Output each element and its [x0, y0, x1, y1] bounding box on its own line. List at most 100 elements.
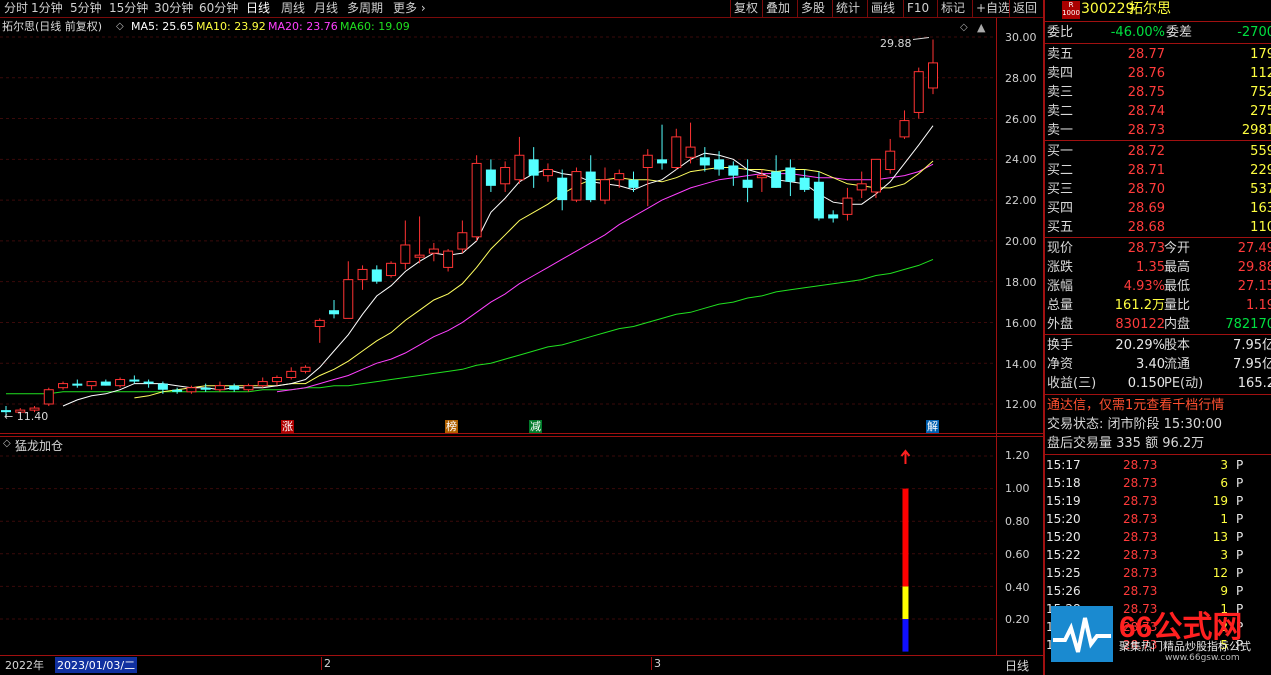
- event-marker-reduce[interactable]: 减: [529, 420, 542, 433]
- fundamental-label: 换手: [1047, 338, 1074, 353]
- tick-flag: P: [1236, 584, 1244, 598]
- candle: [243, 383, 254, 392]
- candle: [500, 161, 511, 192]
- tab-monthly[interactable]: 月线: [314, 0, 338, 17]
- event-marker-limit-up[interactable]: 涨: [281, 420, 294, 433]
- divider: [1045, 237, 1271, 238]
- tab-30min[interactable]: 30分钟: [154, 0, 193, 17]
- candle: [43, 387, 54, 407]
- bid-level-row[interactable]: 买三 28.70 537: [1045, 180, 1271, 199]
- stat-label: 最高: [1164, 260, 1191, 275]
- candle-body: [599, 179, 610, 201]
- order-diff-label: 委差: [1166, 25, 1193, 40]
- candle: [557, 169, 568, 211]
- period-toolbar: 分时 1分钟 5分钟 15分钟 30分钟 60分钟 日线 周线 月线 多周期 更…: [0, 0, 1044, 18]
- divider: [1045, 394, 1271, 395]
- indicator-tick: 0.60: [1005, 548, 1030, 561]
- candle-body: [300, 366, 311, 372]
- period-label[interactable]: 日线: [1005, 657, 1029, 674]
- restore-rights-button[interactable]: 复权: [730, 0, 761, 17]
- divider: [1045, 140, 1271, 141]
- candle: [343, 261, 354, 319]
- event-marker-unlock[interactable]: 解: [926, 420, 939, 433]
- add-watchlist-button[interactable]: +自选: [972, 0, 1013, 17]
- tick-flag: P: [1236, 530, 1244, 544]
- tab-more[interactable]: 更多 ›: [393, 0, 426, 17]
- candle-body: [671, 136, 682, 168]
- candle-body: [157, 383, 168, 390]
- candle-body: [642, 154, 653, 168]
- ask-price: 28.75: [1127, 85, 1165, 100]
- candle-body: [856, 183, 867, 191]
- ask-level-row[interactable]: 卖二 28.74 275: [1045, 102, 1271, 121]
- bid-level-row[interactable]: 买一 28.72 559: [1045, 142, 1271, 161]
- tab-1min[interactable]: 1分钟: [31, 0, 63, 17]
- candle-body: [785, 167, 796, 182]
- tab-5min[interactable]: 5分钟: [70, 0, 102, 17]
- candle: [471, 155, 482, 241]
- candle: [856, 171, 867, 199]
- tick-flag: P: [1236, 494, 1244, 508]
- multi-stock-button[interactable]: 多股: [797, 0, 828, 17]
- candle-body: [186, 387, 197, 393]
- f10-button[interactable]: F10: [903, 0, 932, 17]
- tick-price: 28.73: [1123, 584, 1158, 598]
- stat-row: 总量 161.2万 量比 1.19: [1045, 296, 1271, 315]
- tab-60min[interactable]: 60分钟: [199, 0, 238, 17]
- candle-body: [329, 310, 340, 315]
- candle: [657, 124, 668, 170]
- tab-15min[interactable]: 15分钟: [109, 0, 148, 17]
- draw-line-button[interactable]: 画线: [867, 0, 898, 17]
- event-marker-ranking[interactable]: 榜: [445, 420, 458, 433]
- high-price-marker: 29.88: [880, 37, 912, 50]
- candle-body: [271, 376, 282, 383]
- tab-daily[interactable]: 日线: [246, 0, 270, 17]
- after-hours-volume: 盘后交易量 335 额 96.2万: [1047, 436, 1205, 451]
- back-button[interactable]: 返回: [1009, 0, 1040, 17]
- ask-level-label: 卖四: [1047, 66, 1074, 81]
- tab-more-label: 更多: [393, 1, 418, 15]
- bid-level-row[interactable]: 买四 28.69 163: [1045, 199, 1271, 218]
- candle-body: [557, 177, 568, 201]
- ad-banner[interactable]: 通达信，仅需1元查看千档行情: [1045, 396, 1271, 415]
- fundamental-label: 净资: [1047, 357, 1074, 372]
- bid-level-row[interactable]: 买二 28.71 229: [1045, 161, 1271, 180]
- mark-button[interactable]: 标记: [937, 0, 968, 17]
- statistics-button[interactable]: 统计: [832, 0, 863, 17]
- stat-value: 29.88: [1237, 260, 1271, 275]
- overlay-button[interactable]: 叠加: [762, 0, 793, 17]
- pulse-line-icon: [1053, 617, 1111, 653]
- tick-volume: 19: [1212, 494, 1228, 508]
- ask-level-row[interactable]: 卖三 28.75 752: [1045, 83, 1271, 102]
- candle: [785, 159, 796, 197]
- candle-body: [756, 175, 767, 179]
- indicator-chart[interactable]: [0, 437, 996, 655]
- candle-body: [571, 171, 582, 201]
- cursor-date: 2023/01/03/二: [55, 657, 138, 673]
- bid-level-row[interactable]: 买五 28.68 110: [1045, 218, 1271, 237]
- order-diff-value: -2700: [1237, 25, 1271, 40]
- ask-level-row[interactable]: 卖一 28.73 2981: [1045, 121, 1271, 140]
- tick-volume: 1: [1220, 512, 1228, 526]
- ask-level-row[interactable]: 卖四 28.76 112: [1045, 64, 1271, 83]
- candle-body: [928, 62, 938, 89]
- high-marker-line: [912, 36, 930, 40]
- trade-status-row: 交易状态: 闭市阶段 15:30:00: [1045, 415, 1271, 434]
- stat-value: 28.73: [1127, 241, 1165, 256]
- tick-flag: P: [1236, 476, 1244, 490]
- tab-intraday[interactable]: 分时: [4, 0, 28, 17]
- bid-level-label: 买四: [1047, 201, 1074, 216]
- candle: [485, 159, 496, 192]
- tab-weekly[interactable]: 周线: [281, 0, 305, 17]
- ad-text[interactable]: 通达信，仅需1元查看千档行情: [1047, 396, 1224, 415]
- candlestick-chart[interactable]: [0, 18, 996, 433]
- candle: [386, 261, 397, 278]
- candle-body: [471, 162, 482, 238]
- tick-time: 15:22: [1046, 548, 1081, 562]
- tab-multi-period[interactable]: 多周期: [347, 0, 383, 17]
- divider: [1045, 21, 1271, 22]
- candle-body: [72, 383, 83, 386]
- ask-level-row[interactable]: 卖五 28.77 179: [1045, 45, 1271, 64]
- quote-header: R 1000 300229 拓尔思: [1045, 0, 1271, 20]
- candle-body: [172, 389, 183, 392]
